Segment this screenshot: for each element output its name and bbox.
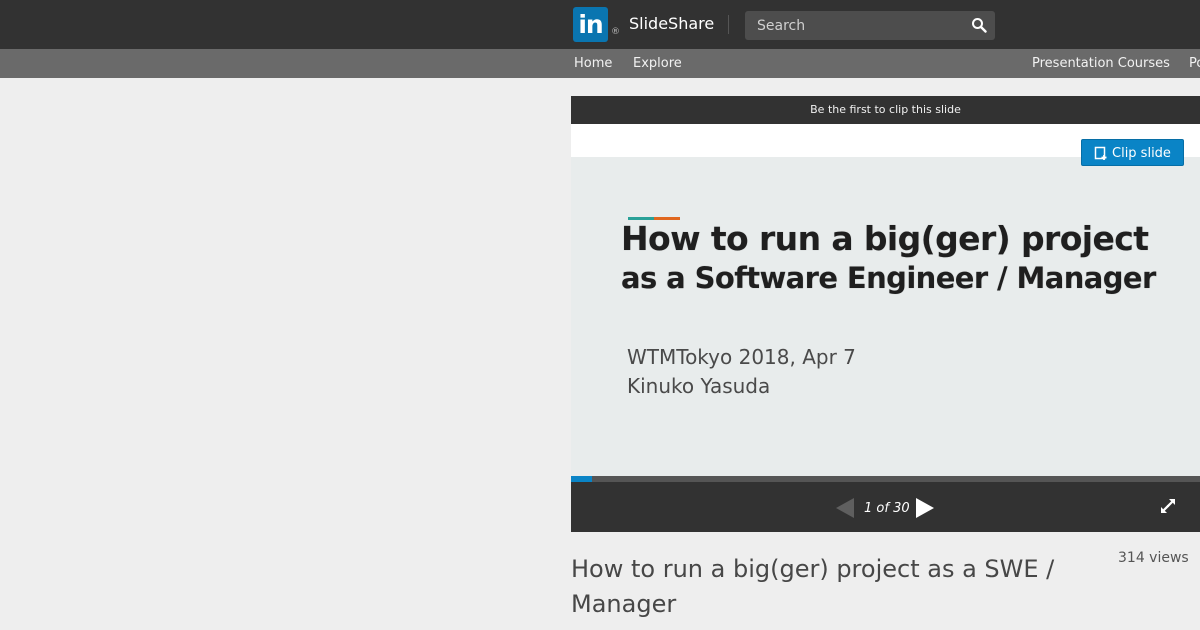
clip-banner: Be the first to clip this slide	[810, 103, 961, 116]
slide-author: Kinuko Yasuda	[627, 374, 771, 398]
nav-explore[interactable]: Explore	[633, 56, 682, 71]
registered-mark: ®	[611, 27, 620, 37]
view-count: 314 views	[1118, 550, 1189, 566]
search-input[interactable]	[745, 11, 962, 40]
slide-player: Be the first to clip this slide Clip sli…	[571, 96, 1200, 532]
slide-title-line-1: How to run a big(ger) project	[621, 219, 1149, 258]
fullscreen-icon[interactable]	[1160, 498, 1176, 514]
nav-home[interactable]: Home	[574, 56, 612, 71]
clip-slide-button[interactable]: Clip slide	[1081, 139, 1184, 166]
slide-counter: 1 of 30	[864, 501, 910, 516]
nav-item-truncated[interactable]: Po	[1189, 56, 1200, 71]
sub-navigation: Home Explore Presentation Courses Po	[0, 49, 1200, 78]
player-controls: 1 of 30	[571, 482, 1200, 532]
slide-event: WTMTokyo 2018, Apr 7	[627, 345, 856, 369]
next-slide-icon[interactable]	[916, 498, 934, 518]
clip-slide-label: Clip slide	[1112, 146, 1171, 161]
slide-title-line-2: as a Software Engineer / Manager	[621, 261, 1156, 295]
previous-slide-icon[interactable]	[836, 498, 854, 518]
presentation-title: How to run a big(ger) project as a SWE /…	[571, 555, 1055, 618]
clipboard-icon	[1094, 146, 1107, 160]
search-box	[745, 11, 995, 40]
search-icon[interactable]	[971, 17, 987, 33]
header-divider	[728, 15, 729, 34]
nav-presentation-courses[interactable]: Presentation Courses	[1032, 56, 1170, 71]
linkedin-logo[interactable]: in	[573, 7, 608, 42]
slide-view[interactable]: Clip slide How to run a big(ger) project…	[571, 124, 1200, 476]
brand-name[interactable]: SlideShare	[629, 14, 714, 33]
slide-accent-line	[628, 205, 680, 220]
top-bar: in ® SlideShare	[0, 0, 1200, 49]
